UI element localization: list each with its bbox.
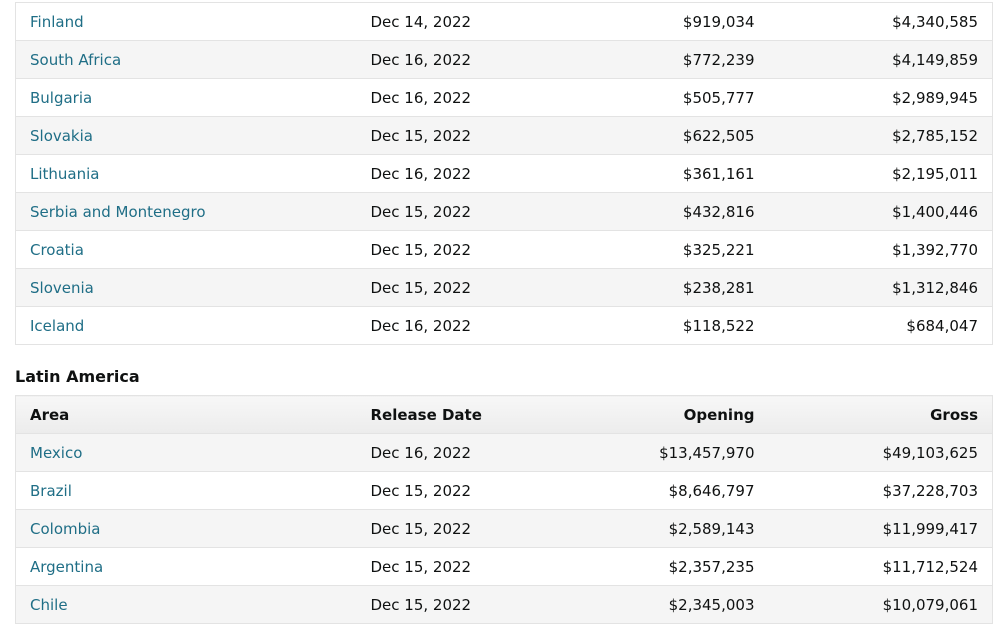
cell-area: Argentina: [15, 547, 357, 586]
area-link[interactable]: Colombia: [30, 520, 101, 538]
cell-area: Croatia: [15, 230, 357, 269]
column-header-release-date[interactable]: Release Date: [356, 395, 557, 434]
table-row: Mexico Dec 16, 2022 $13,457,970 $49,103,625: [15, 433, 993, 472]
cell-opening: $772,239: [556, 40, 769, 79]
area-link[interactable]: Finland: [30, 13, 84, 31]
column-header-gross[interactable]: Gross: [768, 395, 993, 434]
section-title-latin-america: Latin America: [15, 367, 140, 386]
cell-release-date: Dec 16, 2022: [356, 154, 557, 193]
cell-release-date: Dec 16, 2022: [356, 78, 557, 117]
cell-release-date: Dec 15, 2022: [356, 585, 557, 624]
table-header: Area Release Date Opening Gross: [15, 395, 993, 434]
cell-area: Iceland: [15, 306, 357, 345]
table-row: South Africa Dec 16, 2022 $772,239 $4,149,8…: [15, 40, 993, 79]
cell-gross: $1,400,446: [768, 192, 993, 231]
cell-area: Bulgaria: [15, 78, 357, 117]
cell-opening: $622,505: [556, 116, 769, 155]
table-row: Bulgaria Dec 16, 2022 $505,777 $2,989,945: [15, 78, 993, 117]
cell-area: Brazil: [15, 471, 357, 510]
area-link[interactable]: Chile: [30, 596, 68, 614]
cell-area: Serbia and Montenegro: [15, 192, 357, 231]
area-link[interactable]: Iceland: [30, 317, 84, 335]
cell-gross: $2,785,152: [768, 116, 993, 155]
cell-release-date: Dec 16, 2022: [356, 306, 557, 345]
cell-release-date: Dec 16, 2022: [356, 433, 557, 472]
table-row: Serbia and Montenegro Dec 15, 2022 $432,81…: [15, 192, 993, 231]
box-office-page: Finland Dec 14, 2022 $919,034 $4,340,585 Sou…: [0, 0, 1007, 636]
cell-release-date: Dec 14, 2022: [356, 2, 557, 41]
table-row: Croatia Dec 15, 2022 $325,221 $1,392,770: [15, 230, 993, 269]
cell-area: Lithuania: [15, 154, 357, 193]
column-header-area[interactable]: Area: [15, 395, 357, 434]
area-link[interactable]: Mexico: [30, 444, 82, 462]
area-link[interactable]: Brazil: [30, 482, 72, 500]
cell-gross: $4,340,585: [768, 2, 993, 41]
cell-area: Slovenia: [15, 268, 357, 307]
cell-area: Colombia: [15, 509, 357, 548]
cell-gross: $37,228,703: [768, 471, 993, 510]
cell-area: Chile: [15, 585, 357, 624]
cell-opening: $432,816: [556, 192, 769, 231]
cell-release-date: Dec 16, 2022: [356, 40, 557, 79]
area-link[interactable]: Slovakia: [30, 127, 93, 145]
cell-gross: $11,999,417: [768, 509, 993, 548]
area-link[interactable]: South Africa: [30, 51, 121, 69]
area-link[interactable]: Slovenia: [30, 279, 94, 297]
cell-gross: $2,989,945: [768, 78, 993, 117]
cell-gross: $11,712,524: [768, 547, 993, 586]
cell-release-date: Dec 15, 2022: [356, 509, 557, 548]
cell-release-date: Dec 15, 2022: [356, 230, 557, 269]
cell-opening: $238,281: [556, 268, 769, 307]
cell-gross: $1,392,770: [768, 230, 993, 269]
area-link[interactable]: Lithuania: [30, 165, 99, 183]
cell-area: Finland: [15, 2, 357, 41]
cell-opening: $2,345,003: [556, 585, 769, 624]
europe-region-table: Finland Dec 14, 2022 $919,034 $4,340,585 Sou…: [15, 2, 993, 345]
table-row: Colombia Dec 15, 2022 $2,589,143 $11,999,41…: [15, 509, 993, 548]
cell-opening: $2,589,143: [556, 509, 769, 548]
table-header-row: Area Release Date Opening Gross: [15, 395, 993, 434]
table-row: Brazil Dec 15, 2022 $8,646,797 $37,228,703: [15, 471, 993, 510]
table-row: Finland Dec 14, 2022 $919,034 $4,340,585: [15, 2, 993, 41]
area-link[interactable]: Bulgaria: [30, 89, 92, 107]
cell-area: South Africa: [15, 40, 357, 79]
column-header-opening[interactable]: Opening: [556, 395, 769, 434]
latin-america-region-table: Area Release Date Opening Gross Mexico De…: [15, 395, 993, 624]
table-row: Lithuania Dec 16, 2022 $361,161 $2,195,011: [15, 154, 993, 193]
table-row: Slovenia Dec 15, 2022 $238,281 $1,312,846: [15, 268, 993, 307]
cell-gross: $684,047: [768, 306, 993, 345]
europe-table-body: Finland Dec 14, 2022 $919,034 $4,340,585 Sou…: [15, 2, 993, 345]
area-link[interactable]: Croatia: [30, 241, 84, 259]
table-row: Iceland Dec 16, 2022 $118,522 $684,047: [15, 306, 993, 345]
cell-release-date: Dec 15, 2022: [356, 116, 557, 155]
cell-opening: $8,646,797: [556, 471, 769, 510]
cell-opening: $118,522: [556, 306, 769, 345]
cell-release-date: Dec 15, 2022: [356, 268, 557, 307]
cell-opening: $361,161: [556, 154, 769, 193]
cell-area: Slovakia: [15, 116, 357, 155]
cell-release-date: Dec 15, 2022: [356, 547, 557, 586]
area-link[interactable]: Serbia and Montenegro: [30, 203, 206, 221]
cell-opening: $919,034: [556, 2, 769, 41]
cell-release-date: Dec 15, 2022: [356, 192, 557, 231]
cell-opening: $325,221: [556, 230, 769, 269]
area-link[interactable]: Argentina: [30, 558, 103, 576]
table-row: Chile Dec 15, 2022 $2,345,003 $10,079,061: [15, 585, 993, 624]
cell-gross: $10,079,061: [768, 585, 993, 624]
latin-america-table-body: Mexico Dec 16, 2022 $13,457,970 $49,103,625…: [15, 433, 993, 624]
cell-gross: $4,149,859: [768, 40, 993, 79]
cell-opening: $13,457,970: [556, 433, 769, 472]
table-row: Slovakia Dec 15, 2022 $622,505 $2,785,152: [15, 116, 993, 155]
cell-release-date: Dec 15, 2022: [356, 471, 557, 510]
cell-gross: $1,312,846: [768, 268, 993, 307]
cell-gross: $2,195,011: [768, 154, 993, 193]
cell-opening: $2,357,235: [556, 547, 769, 586]
cell-area: Mexico: [15, 433, 357, 472]
cell-gross: $49,103,625: [768, 433, 993, 472]
table-row: Argentina Dec 15, 2022 $2,357,235 $11,712,5…: [15, 547, 993, 586]
cell-opening: $505,777: [556, 78, 769, 117]
